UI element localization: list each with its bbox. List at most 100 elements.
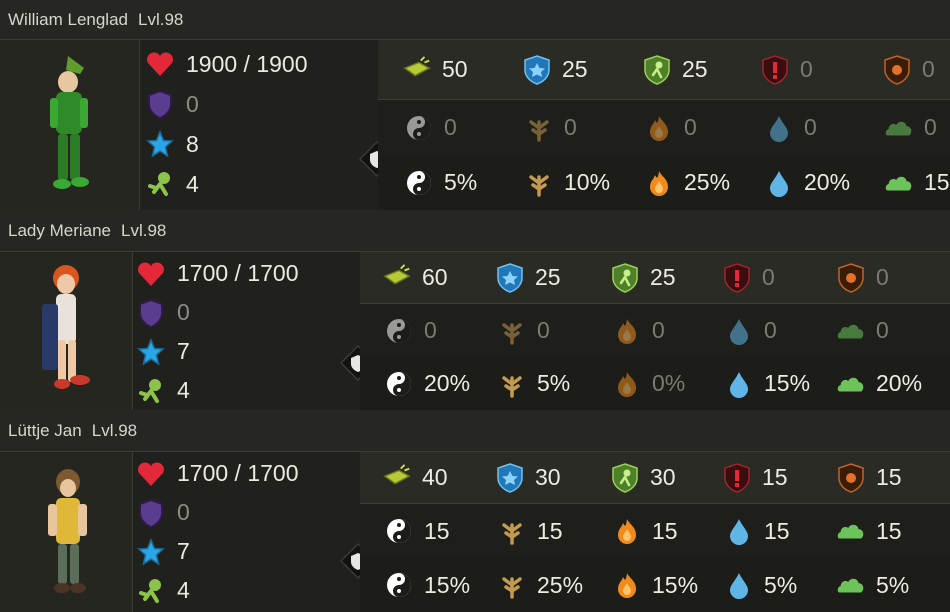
air-icon bbox=[884, 168, 914, 198]
character-level: Lvl.98 bbox=[138, 9, 184, 29]
hp-value: 1700 / 1700 bbox=[177, 460, 299, 486]
resist-top-row: 50 25 25 0 0 bbox=[378, 40, 950, 100]
stat-ap-reduction: 40 bbox=[382, 463, 448, 493]
stat-neutral-percent: 15% bbox=[384, 570, 470, 600]
stat-value: 25 bbox=[682, 56, 708, 82]
water-icon bbox=[764, 113, 794, 143]
stat-value: 15 bbox=[424, 517, 450, 544]
ap-row: 7 bbox=[135, 332, 299, 371]
stat-value: 15 bbox=[876, 464, 902, 490]
mp-value: 4 bbox=[177, 577, 190, 603]
earth-icon bbox=[497, 369, 527, 399]
stat-value: 0 bbox=[922, 56, 935, 82]
ap-row: 8 bbox=[144, 124, 308, 164]
stat-value: 50 bbox=[442, 56, 468, 82]
stat-water-percent: 15% bbox=[724, 369, 810, 399]
stat-value: 15% bbox=[652, 571, 699, 598]
water-icon bbox=[724, 316, 754, 346]
stat-value: 20% bbox=[804, 169, 851, 195]
stat-value: 5% bbox=[444, 169, 478, 195]
stat-earth-flat: 15 bbox=[497, 516, 563, 546]
resist-flat-row: 0 0 0 0 0 bbox=[378, 100, 950, 155]
stat-value: 15 bbox=[652, 517, 678, 544]
stat-ap-reduction: 50 bbox=[402, 55, 468, 85]
hp-value: 1900 / 1900 bbox=[186, 50, 308, 77]
stat-value: 60 bbox=[422, 264, 448, 290]
star-icon bbox=[144, 128, 176, 160]
ap-value: 7 bbox=[177, 338, 190, 364]
heart-icon bbox=[135, 458, 167, 490]
mp-value: 4 bbox=[177, 377, 190, 403]
fire-icon bbox=[612, 570, 642, 600]
hp-row: 1900 / 1900 bbox=[144, 44, 308, 84]
shield-icon bbox=[144, 88, 176, 120]
character-card: Lady Meriane Lvl.98 1700 / 1700 0 7 4 60… bbox=[0, 210, 950, 410]
fire-icon bbox=[612, 316, 642, 346]
stat-air-percent: 5% bbox=[836, 570, 909, 600]
stats-panel: 50 25 25 0 0 0 0 0 0 0 5% 10% 25% 20% 15 bbox=[378, 40, 950, 210]
runner-icon bbox=[144, 168, 176, 200]
water-icon bbox=[724, 516, 754, 546]
stat-value: 0 bbox=[876, 317, 889, 343]
stat-value: 0 bbox=[764, 317, 777, 343]
hp-value: 1700 / 1700 bbox=[177, 260, 299, 286]
character-body: 1700 / 1700 0 7 4 40 30 30 15 15 15 15 1… bbox=[0, 452, 950, 612]
neutral-icon bbox=[404, 168, 434, 198]
stat-value: 0 bbox=[800, 56, 813, 82]
stat-value: 15% bbox=[764, 370, 811, 396]
vitals: 1900 / 1900 0 8 4 bbox=[144, 44, 308, 204]
character-name: William Lenglad bbox=[8, 9, 128, 29]
stat-ap-resist: 25 bbox=[522, 54, 588, 85]
stat-value: 25% bbox=[537, 571, 584, 598]
stat-value: 20% bbox=[876, 370, 923, 396]
stat-pushback-resist: 0 bbox=[882, 54, 935, 85]
stat-ap-resist: 25 bbox=[495, 262, 561, 293]
stat-fire-flat: 0 bbox=[612, 316, 665, 346]
stat-value: 0 bbox=[762, 264, 775, 290]
neutral-icon bbox=[384, 316, 414, 346]
character-portrait bbox=[34, 262, 104, 402]
ap-reduction-icon bbox=[382, 263, 412, 293]
character-level: Lvl.98 bbox=[121, 220, 167, 240]
star-icon bbox=[135, 336, 167, 368]
critical-resist-icon bbox=[722, 262, 752, 293]
character-header: Lady Meriane Lvl.98 bbox=[0, 210, 950, 252]
shield-row: 0 bbox=[144, 84, 308, 124]
neutral-icon bbox=[384, 570, 414, 600]
ap-value: 7 bbox=[177, 538, 190, 564]
mp-resist-icon bbox=[610, 262, 640, 293]
character-level: Lvl.98 bbox=[91, 420, 138, 440]
stat-value: 0 bbox=[564, 114, 577, 140]
stat-pushback-resist: 0 bbox=[836, 262, 889, 293]
mp-resist-icon bbox=[610, 462, 640, 493]
stat-critical-resist: 15 bbox=[722, 462, 788, 493]
stat-water-percent: 20% bbox=[764, 168, 850, 198]
stat-critical-resist: 0 bbox=[760, 54, 813, 85]
earth-icon bbox=[524, 113, 554, 143]
resist-top-row: 60 25 25 0 0 bbox=[360, 252, 950, 304]
stat-value: 0 bbox=[804, 114, 817, 140]
stat-value: 0 bbox=[652, 317, 665, 343]
shield-row: 0 bbox=[135, 293, 299, 332]
air-icon bbox=[884, 113, 914, 143]
air-icon bbox=[836, 570, 866, 600]
character-header: Lüttje Jan Lvl.98 bbox=[0, 410, 950, 452]
stat-value: 0% bbox=[652, 370, 686, 396]
critical-resist-icon bbox=[722, 462, 752, 493]
runner-icon bbox=[135, 375, 167, 407]
stat-neutral-flat: 0 bbox=[384, 316, 437, 346]
character-name: Lady Meriane bbox=[8, 220, 112, 240]
water-icon bbox=[724, 369, 754, 399]
stat-water-percent: 5% bbox=[724, 570, 797, 600]
stat-value: 20% bbox=[424, 370, 471, 396]
hp-row: 1700 / 1700 bbox=[135, 254, 299, 293]
stat-value: 10% bbox=[564, 169, 611, 195]
stat-value: 15 bbox=[764, 517, 790, 544]
character-body: 1700 / 1700 0 7 4 60 25 25 0 0 0 0 0 0 0… bbox=[0, 252, 950, 410]
stat-water-flat: 0 bbox=[764, 113, 817, 143]
earth-icon bbox=[497, 516, 527, 546]
water-icon bbox=[764, 168, 794, 198]
star-icon bbox=[135, 536, 167, 568]
stat-value: 0 bbox=[444, 114, 457, 140]
water-icon bbox=[724, 570, 754, 600]
